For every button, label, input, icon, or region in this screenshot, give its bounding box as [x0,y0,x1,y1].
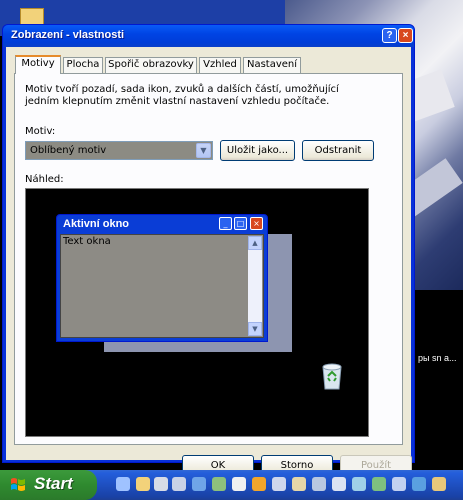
document-icon[interactable] [332,477,346,491]
display-properties-window: Zobrazení - vlastnosti ? × Motivy Plocha… [2,24,415,476]
theme-selected-value: Oblíbený motiv [30,145,107,156]
start-label: Start [34,474,73,493]
close-button[interactable]: × [398,28,413,43]
themes-panel: Motiv tvoří pozadí, sada ikon, zvuků a d… [14,73,403,445]
internet-explorer-icon[interactable] [116,477,130,491]
chevron-down-icon[interactable]: ▼ [196,143,211,158]
save-icon[interactable] [232,477,246,491]
tab-themes[interactable]: Motivy [15,55,61,74]
security-icon[interactable] [212,477,226,491]
network-icon[interactable] [172,477,186,491]
network-icon[interactable] [154,477,168,491]
minimize-icon: _ [219,217,232,230]
scroll-up-icon: ▲ [248,236,262,250]
user-icon[interactable] [192,477,206,491]
info-icon[interactable] [252,477,266,491]
windows-logo-icon [11,478,25,491]
settings-icon[interactable] [352,477,366,491]
window-title: Zobrazení - vlastnosti [11,29,125,41]
tray-icon[interactable] [392,477,406,491]
theme-preview: Aktivní okno _ □ × Text okna ▲ ▼ [25,188,369,437]
tab-settings[interactable]: Nastavení [243,57,301,73]
tray-icon[interactable] [432,477,446,491]
grid-icon[interactable] [312,477,326,491]
scroll-down-icon: ▼ [248,322,262,336]
close-icon: × [250,217,263,230]
tab-desktop[interactable]: Plocha [63,57,103,73]
theme-dropdown[interactable]: Oblíbený motiv ▼ [25,141,213,160]
media-icon[interactable] [372,477,386,491]
folder-icon[interactable] [136,477,150,491]
preview-window-title: Aktivní okno [63,218,130,230]
taskbar: Start [0,470,463,500]
edit-icon[interactable] [292,477,306,491]
theme-label: Motiv: [25,126,56,137]
tools-icon[interactable] [272,477,286,491]
browser-icon[interactable] [412,477,426,491]
preview-label: Náhled: [25,174,64,185]
dialog-client-area: Motivy Plocha Spořič obrazovky Vzhled Na… [6,47,412,476]
desktop-partial-text: ры sn а... [418,353,457,363]
help-button[interactable]: ? [382,28,397,43]
start-button[interactable]: Start [0,470,97,500]
preview-scrollbar: ▲ ▼ [248,236,262,336]
preview-active-window: Aktivní okno _ □ × Text okna ▲ ▼ [56,214,268,342]
preview-window-text: Text okna [63,236,111,247]
preview-window-body: Text okna ▲ ▼ [60,234,264,338]
remove-button[interactable]: Odstranit [302,140,374,161]
title-bar[interactable]: Zobrazení - vlastnosti ? × [3,25,414,47]
tab-appearance[interactable]: Vzhled [199,57,241,73]
themes-description: Motiv tvoří pozadí, sada ikon, zvuků a d… [25,84,339,107]
save-as-button[interactable]: Uložit jako... [220,140,295,161]
tab-screensaver[interactable]: Spořič obrazovky [105,57,197,73]
maximize-icon: □ [234,217,247,230]
recycle-bin-icon [322,363,342,390]
